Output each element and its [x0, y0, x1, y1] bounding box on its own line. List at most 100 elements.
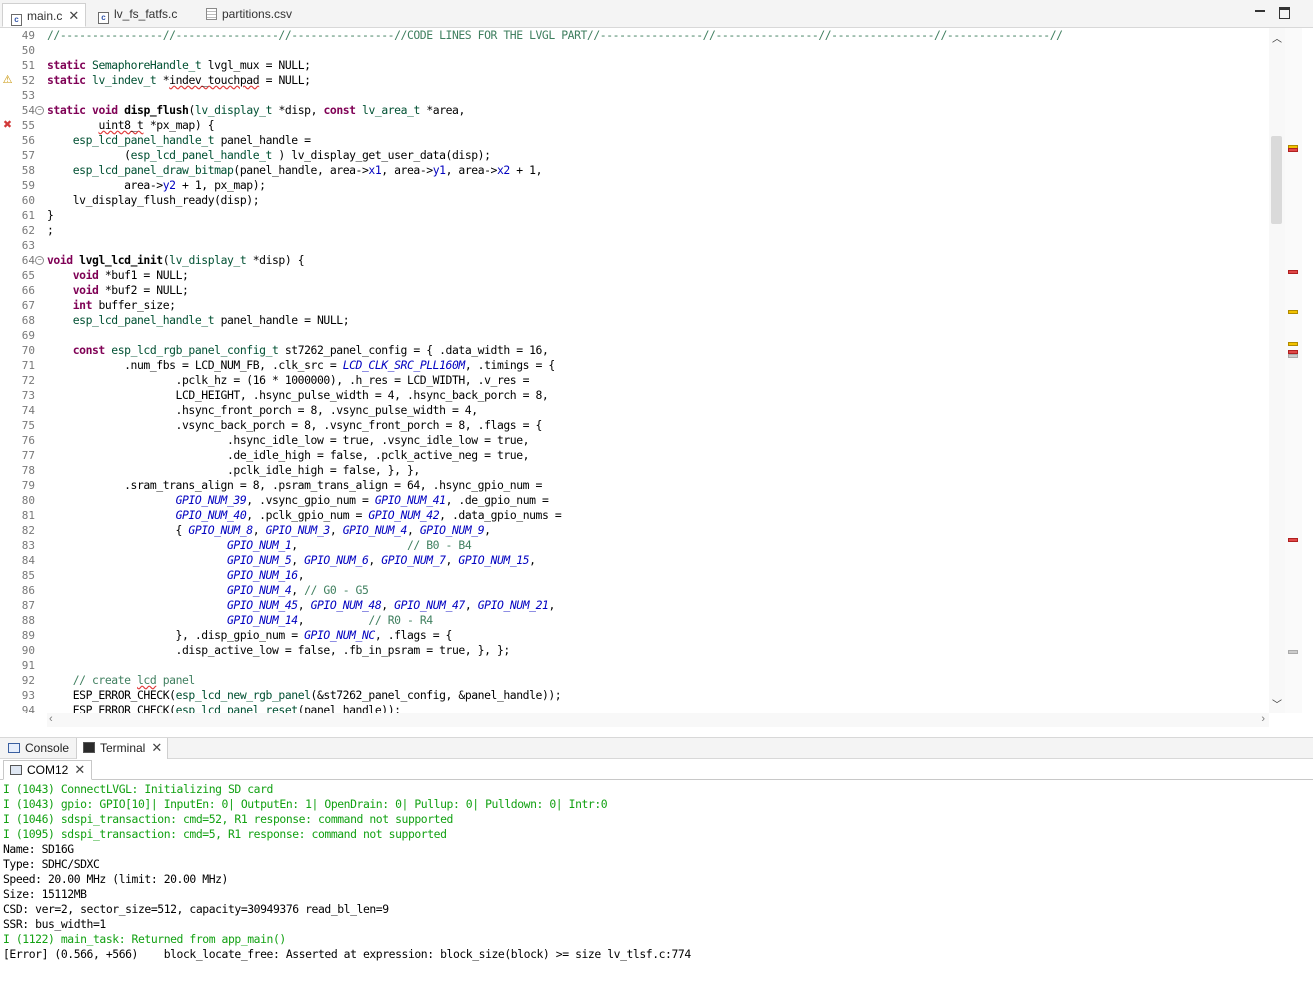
scroll-down-icon[interactable]: ﹀ — [1269, 696, 1285, 711]
code-line[interactable]: 75 .vsync_back_porch = 8, .vsync_front_p… — [0, 418, 1265, 433]
code-line[interactable]: 62; — [0, 223, 1265, 238]
code-line[interactable]: 94 ESP_ERROR_CHECK(esp_lcd_panel_reset(p… — [0, 703, 1265, 713]
code-line[interactable]: 53 — [0, 88, 1265, 103]
overview-ruler[interactable] — [1285, 28, 1302, 713]
code-editor[interactable]: 49 //----------------//----------------//… — [0, 28, 1302, 713]
line-number: 66 — [21, 284, 35, 297]
tab-label: partitions.csv — [222, 7, 293, 21]
code-line[interactable]: 83 GPIO_NUM_1, // B0 - B4 — [0, 538, 1265, 553]
fold-toggle-icon[interactable]: − — [35, 106, 44, 115]
info-overview-mark[interactable] — [1288, 354, 1298, 358]
code-line[interactable]: 61} — [0, 208, 1265, 223]
code-line[interactable]: 86 GPIO_NUM_4, // G0 - G5 — [0, 583, 1265, 598]
code-line[interactable]: 91 — [0, 658, 1265, 673]
line-number: 78 — [21, 464, 35, 477]
code-token: void — [72, 283, 99, 297]
code-line[interactable]: 65 void *buf1 = NULL; — [0, 268, 1265, 283]
code-line[interactable]: 57 (esp_lcd_panel_handle_t ) lv_display_… — [0, 148, 1265, 163]
code-token: } — [47, 208, 54, 222]
terminal-output[interactable]: I (1043) ConnectLVGL: Initializing SD ca… — [0, 781, 1313, 985]
code-token: (&st7262_panel_config, &panel_handle)); — [310, 688, 562, 702]
code-line[interactable]: 74 .hsync_front_porch = 8, .vsync_pulse_… — [0, 403, 1265, 418]
line-number: 80 — [21, 494, 35, 507]
scroll-right-icon[interactable]: › — [1261, 713, 1265, 725]
code-line[interactable]: 79 .sram_trans_align = 8, .psram_trans_a… — [0, 478, 1265, 493]
code-line[interactable]: 87 GPIO_NUM_45, GPIO_NUM_48, GPIO_NUM_47… — [0, 598, 1265, 613]
code-line[interactable]: 51 static SemaphoreHandle_t lvgl_mux = NU… — [0, 58, 1265, 73]
code-token: // G0 - G5 — [304, 583, 369, 597]
code-line[interactable]: 73 LCD_HEIGHT, .hsync_pulse_width = 4, .… — [0, 388, 1265, 403]
tab-partitions-csv[interactable]: partitions.csv — [198, 3, 318, 27]
code-line[interactable]: 63 — [0, 238, 1265, 253]
code-text: GPIO_NUM_45, GPIO_NUM_48, GPIO_NUM_47, G… — [47, 598, 555, 613]
code-token: esp_lcd_rgb_panel_config_t — [111, 343, 279, 357]
maximize-icon[interactable] — [1276, 4, 1292, 20]
code-line[interactable]: 67 int buffer_size; — [0, 298, 1265, 313]
code-line[interactable]: 66 void *buf2 = NULL; — [0, 283, 1265, 298]
code-token: GPIO_NUM_3 — [265, 523, 331, 537]
tab-console[interactable]: Console — [2, 738, 74, 759]
warning-overview-mark[interactable] — [1288, 342, 1298, 346]
code-token: , — [484, 523, 491, 537]
code-line[interactable]: ✖ 55 uint8_t *px_map) { — [0, 118, 1265, 133]
tab-main-c[interactable]: c main.c ✕ — [2, 3, 86, 27]
code-line[interactable]: 60 lv_display_flush_ready(disp); — [0, 193, 1265, 208]
code-line[interactable]: 70 const esp_lcd_rgb_panel_config_t st72… — [0, 343, 1265, 358]
code-line[interactable]: 85 GPIO_NUM_16, — [0, 568, 1265, 583]
info-overview-mark[interactable] — [1288, 650, 1298, 654]
code-line[interactable]: ⚠ 52 static lv_indev_t *indev_touchpad = N… — [0, 73, 1265, 88]
code-line[interactable]: 59 area->y2 + 1, px_map); — [0, 178, 1265, 193]
code-text: int buffer_size; — [47, 298, 176, 313]
code-line[interactable]: 92 // create lcd panel — [0, 673, 1265, 688]
code-token: + 1, — [509, 163, 542, 177]
code-line[interactable]: 90 .disp_active_low = false, .fb_in_psra… — [0, 643, 1265, 658]
code-line[interactable]: 49 //----------------//----------------//… — [0, 28, 1265, 43]
code-line[interactable]: 84 GPIO_NUM_5, GPIO_NUM_6, GPIO_NUM_7, G… — [0, 553, 1265, 568]
line-number: 74 — [21, 404, 35, 417]
close-icon[interactable]: ✕ — [68, 4, 79, 27]
line-number: 71 — [21, 359, 35, 372]
code-line[interactable]: 77 .de_idle_high = false, .pclk_active_n… — [0, 448, 1265, 463]
tab-terminal[interactable]: Terminal ✕ — [76, 738, 168, 759]
code-token: lv_display_t — [194, 103, 273, 117]
code-line[interactable]: 80 GPIO_NUM_39, .vsync_gpio_num = GPIO_N… — [0, 493, 1265, 508]
code-line[interactable]: 56 esp_lcd_panel_handle_t panel_handle = — [0, 133, 1265, 148]
line-number: 73 — [21, 389, 35, 402]
scroll-left-icon[interactable]: ‹ — [49, 713, 53, 725]
code-line[interactable]: 58 esp_lcd_panel_draw_bitmap(panel_handl… — [0, 163, 1265, 178]
error-overview-mark[interactable] — [1288, 148, 1298, 152]
warning-overview-mark[interactable] — [1288, 310, 1298, 314]
line-number: 64 — [21, 254, 35, 267]
tab-lv-fs-fatfs-c[interactable]: c lv_fs_fatfs.c — [90, 3, 195, 27]
tab-com12[interactable]: COM12 ✕ — [3, 760, 93, 780]
code-line[interactable]: 88 GPIO_NUM_14, // R0 - R4 — [0, 613, 1265, 628]
c-file-icon: c — [11, 14, 22, 26]
error-overview-mark[interactable] — [1288, 270, 1298, 274]
scroll-up-icon[interactable]: ︿ — [1269, 30, 1285, 45]
code-line[interactable]: 93 ESP_ERROR_CHECK(esp_lcd_new_rgb_panel… — [0, 688, 1265, 703]
code-line[interactable]: 50 — [0, 43, 1265, 58]
vertical-scrollbar[interactable]: ︿ ﹀ — [1269, 28, 1285, 713]
code-line[interactable]: 71 .num_fbs = LCD_NUM_FB, .clk_src = LCD… — [0, 358, 1265, 373]
code-line[interactable]: 78 .pclk_idle_high = false, }, }, — [0, 463, 1265, 478]
error-overview-mark[interactable] — [1288, 538, 1298, 542]
close-icon[interactable]: ✕ — [151, 738, 162, 758]
minimize-icon[interactable] — [1252, 4, 1268, 20]
code-token: , — [529, 553, 536, 567]
code-line[interactable]: 69 — [0, 328, 1265, 343]
code-line[interactable]: 76 .hsync_idle_low = true, .vsync_idle_l… — [0, 433, 1265, 448]
code-text: .pclk_idle_high = false, }, }, — [47, 463, 420, 478]
code-line[interactable]: 81 GPIO_NUM_40, .pclk_gpio_num = GPIO_NU… — [0, 508, 1265, 523]
code-token: GPIO_NUM_6 — [304, 553, 369, 567]
fold-toggle-icon[interactable]: − — [35, 256, 44, 265]
horizontal-scrollbar[interactable]: ‹ › — [47, 713, 1269, 727]
code-line[interactable]: 68 esp_lcd_panel_handle_t panel_handle =… — [0, 313, 1265, 328]
code-line[interactable]: 82 { GPIO_NUM_8, GPIO_NUM_3, GPIO_NUM_4,… — [0, 523, 1265, 538]
code-token: , — [548, 598, 555, 612]
code-line[interactable]: 54− static void disp_flush(lv_display_t *… — [0, 103, 1265, 118]
code-line[interactable]: 64− void lvgl_lcd_init(lv_display_t *disp… — [0, 253, 1265, 268]
scrollbar-thumb[interactable] — [1271, 136, 1282, 224]
close-icon[interactable]: ✕ — [74, 761, 85, 779]
code-line[interactable]: 72 .pclk_hz = (16 * 1000000), .h_res = L… — [0, 373, 1265, 388]
code-line[interactable]: 89 }, .disp_gpio_num = GPIO_NUM_NC, .fla… — [0, 628, 1265, 643]
